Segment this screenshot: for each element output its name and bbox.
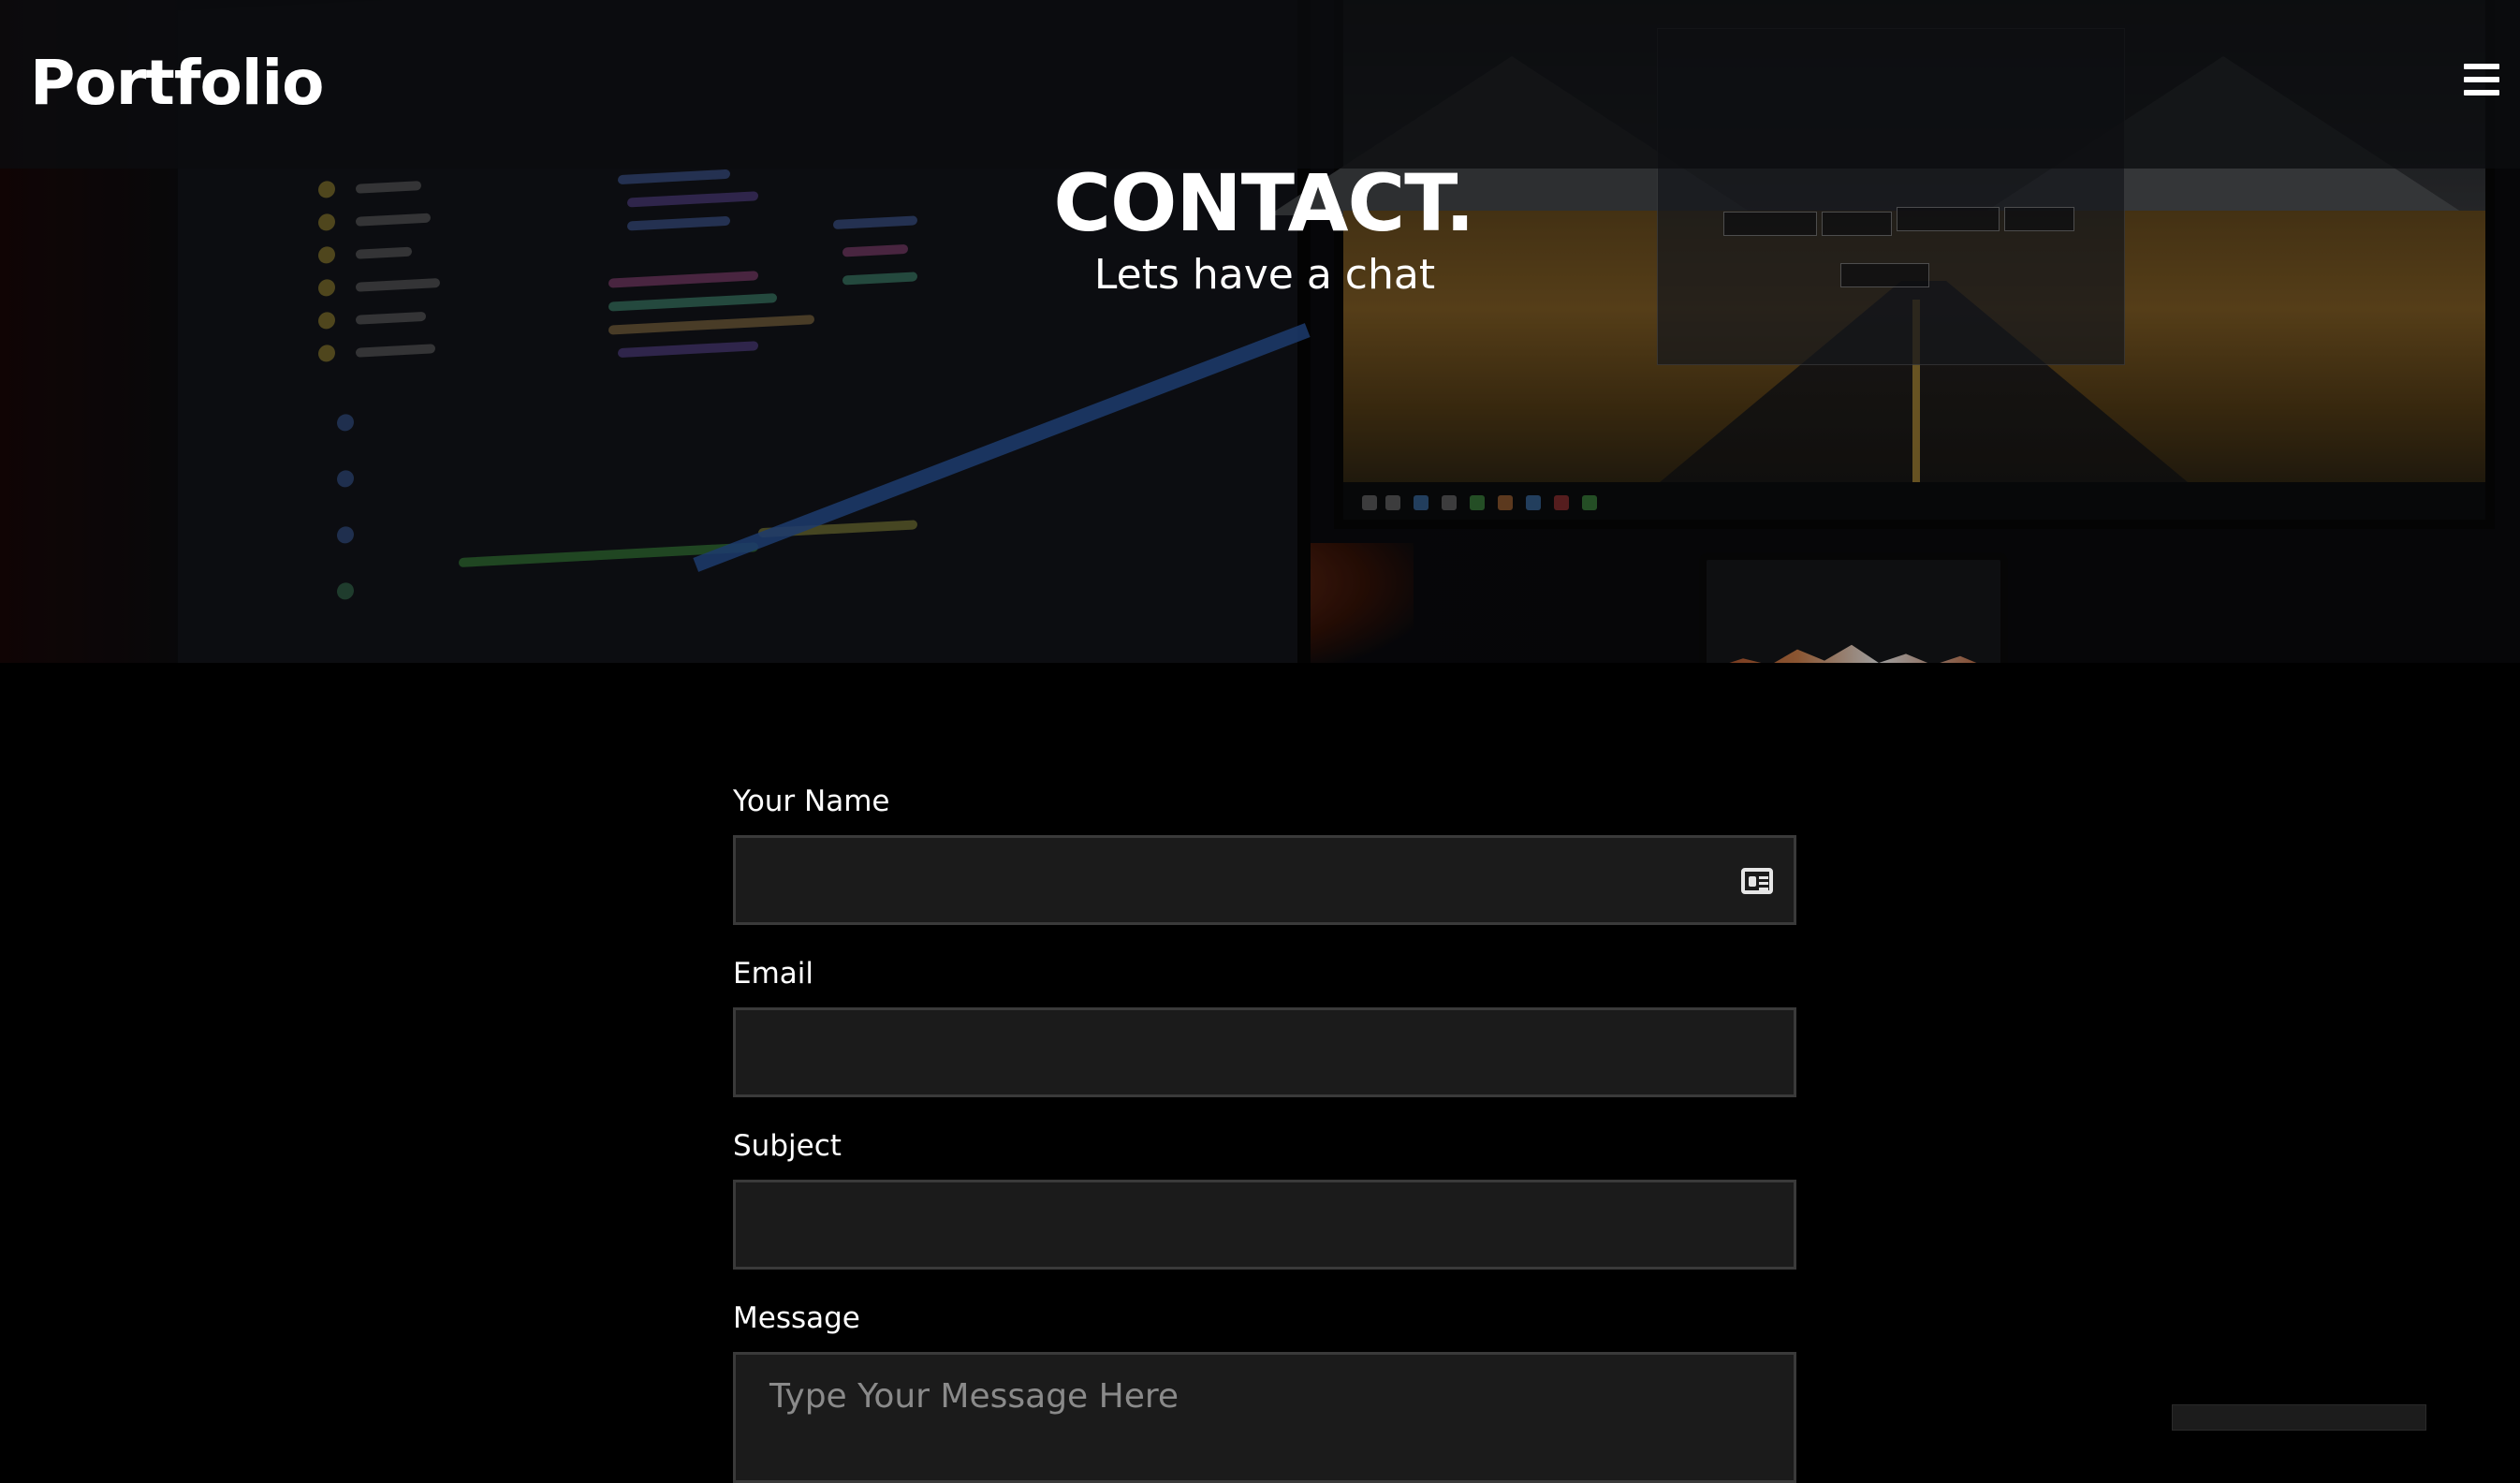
message-label: Message <box>733 1301 860 1335</box>
brand-logo[interactable]: Portfolio <box>30 47 324 119</box>
site-header: Portfolio <box>0 0 2520 169</box>
page-subtitle: Lets have a chat <box>1093 251 1436 299</box>
message-field[interactable] <box>733 1352 1796 1483</box>
id-card-icon[interactable] <box>1741 868 1773 894</box>
hamburger-menu-icon[interactable] <box>2464 64 2499 95</box>
name-field[interactable] <box>733 835 1796 925</box>
email-field[interactable] <box>733 1007 1796 1097</box>
email-label: Email <box>733 957 814 991</box>
subject-label: Subject <box>733 1129 842 1163</box>
corner-badge <box>2172 1404 2426 1431</box>
name-label: Your Name <box>733 785 890 818</box>
subject-field[interactable] <box>733 1180 1796 1270</box>
page-title: CONTACT. <box>1053 157 1474 249</box>
